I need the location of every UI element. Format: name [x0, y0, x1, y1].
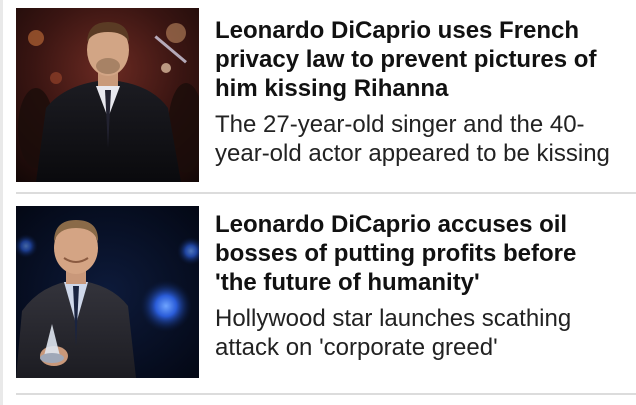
- article-thumbnail-1[interactable]: [16, 8, 199, 182]
- article-headline[interactable]: Leonardo DiCaprio uses French privacy la…: [215, 16, 620, 103]
- article-thumbnail-2[interactable]: [16, 206, 199, 378]
- divider: [16, 393, 636, 395]
- article-text-2: Leonardo DiCaprio accuses oil bosses of …: [215, 210, 620, 362]
- article-card-2[interactable]: Leonardo DiCaprio accuses oil bosses of …: [0, 194, 636, 394]
- article-summary: Hollywood star launches scathing attack …: [215, 305, 572, 361]
- red-carpet-photo: [16, 8, 199, 182]
- award-stage-photo: [16, 206, 199, 378]
- article-headline[interactable]: Leonardo DiCaprio accuses oil bosses of …: [215, 210, 620, 297]
- article-card-1[interactable]: Leonardo DiCaprio uses French privacy la…: [0, 0, 636, 192]
- news-feed: Leonardo DiCaprio uses French privacy la…: [0, 0, 636, 405]
- article-text-1: Leonardo DiCaprio uses French privacy la…: [215, 16, 620, 168]
- article-summary: The 27-year-old singer and the 40-year-o…: [215, 111, 610, 167]
